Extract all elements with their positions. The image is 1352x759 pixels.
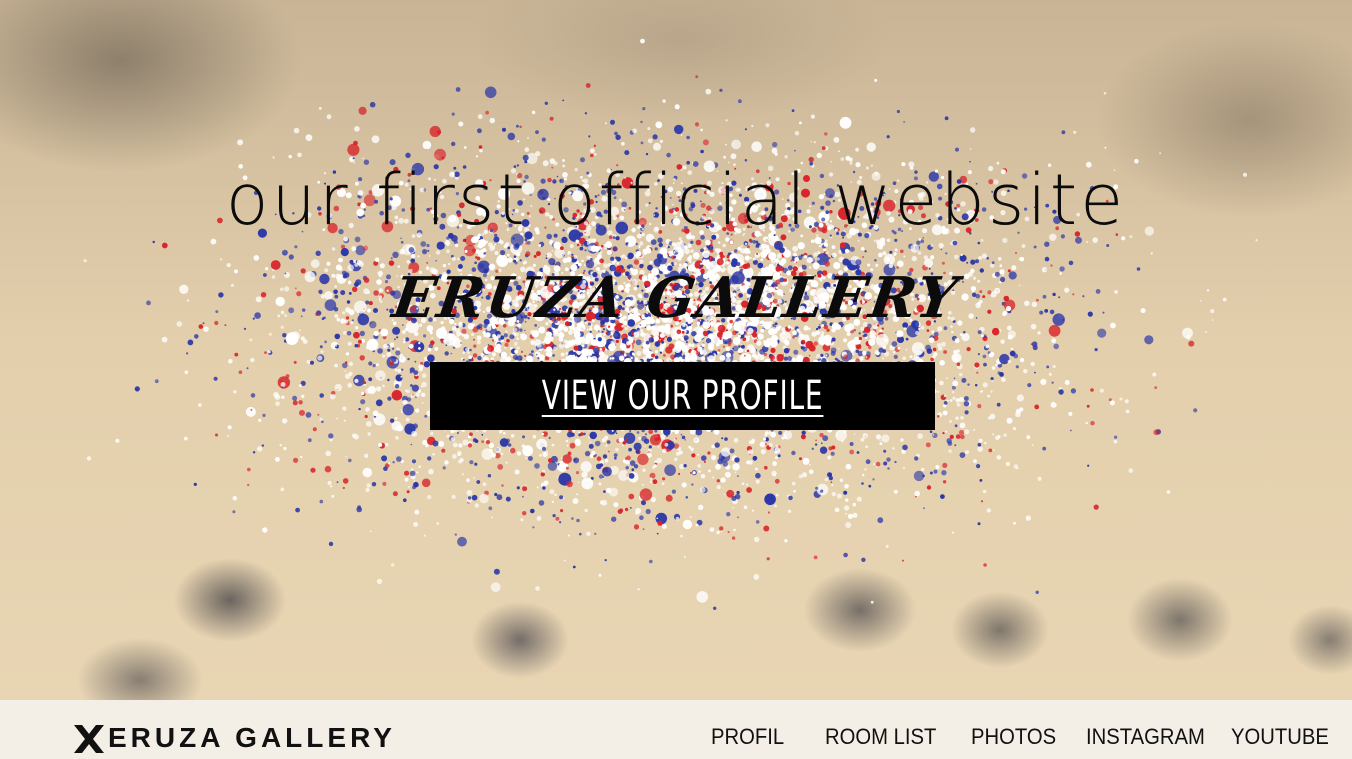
bottom-navbar: ERUZA GALLERY PROFIL ROOM LIST PHOTOS IN…	[0, 700, 1352, 759]
nav-item-room-list[interactable]: ROOM LIST	[825, 724, 936, 750]
nav-item-instagram[interactable]: INSTAGRAM	[1086, 724, 1205, 750]
site-logo[interactable]: ERUZA GALLERY	[72, 720, 396, 756]
nav-item-youtube[interactable]: YOUTUBE	[1231, 724, 1329, 750]
nav-item-profil[interactable]: PROFIL	[711, 724, 784, 750]
page: our first official website ERUZA GALLERY…	[0, 0, 1352, 759]
hero: our first official website ERUZA GALLERY…	[0, 0, 1352, 700]
view-profile-button[interactable]: VIEW OUR PROFILE	[430, 362, 935, 430]
nav-item-photos[interactable]: PHOTOS	[971, 724, 1056, 750]
hero-tagline: our first official website	[225, 159, 1127, 241]
x-logo-icon	[74, 725, 104, 753]
logo-text: ERUZA GALLERY	[108, 722, 396, 753]
hero-brand-title: ERUZA GALLERY	[388, 265, 964, 331]
view-profile-button-label: VIEW OUR PROFILE	[541, 373, 824, 419]
